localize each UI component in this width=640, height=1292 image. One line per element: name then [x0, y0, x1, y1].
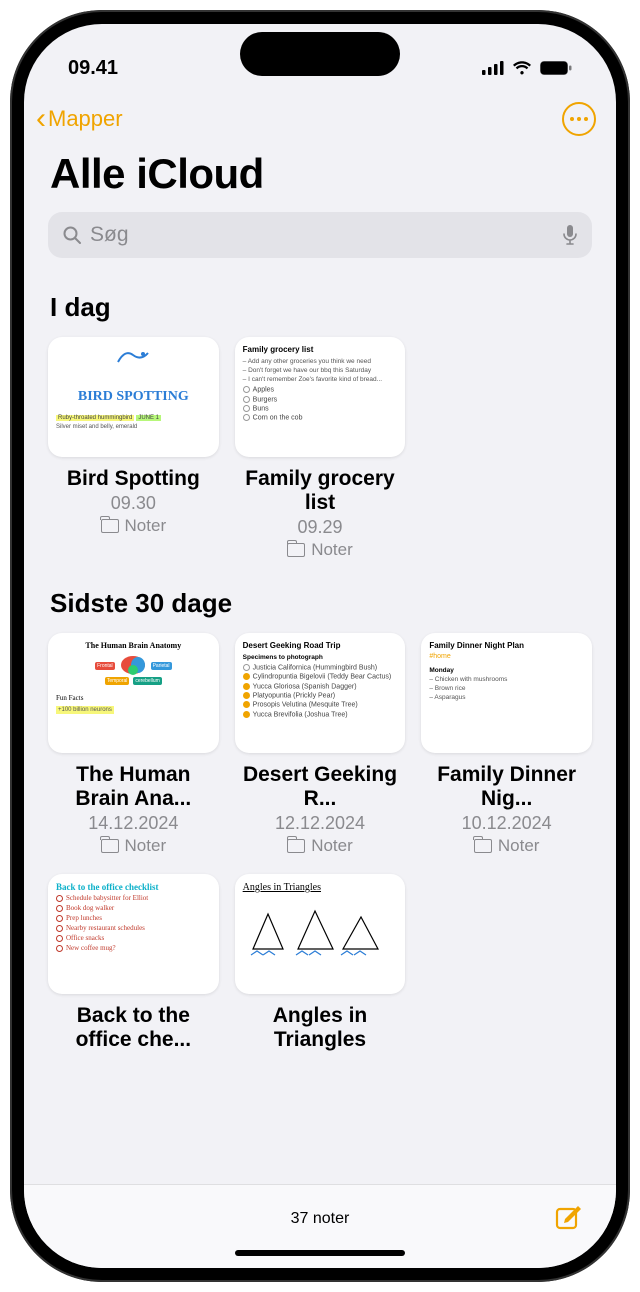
note-title: Family Dinner Nig... — [421, 763, 592, 811]
folder-icon — [287, 543, 305, 557]
notes-count: 37 noter — [291, 1210, 350, 1228]
note-time: 14.12.2024 — [48, 813, 219, 834]
nav-bar: ‹ Mapper — [24, 94, 616, 140]
note-folder: Noter — [48, 836, 219, 856]
folder-icon — [101, 519, 119, 533]
screen: 09.41 ‹ Mapper Alle iCloud — [24, 24, 616, 1268]
note-time: 09.29 — [235, 517, 406, 538]
note-title: Desert Geeking R... — [235, 763, 406, 811]
note-folder: Noter — [48, 516, 219, 536]
note-thumbnail: Desert Geeking Road Trip Specimens to ph… — [235, 633, 406, 753]
note-folder: Noter — [235, 540, 406, 560]
device-frame: 09.41 ‹ Mapper Alle iCloud — [10, 10, 630, 1282]
chevron-left-icon: ‹ — [36, 104, 46, 134]
compose-icon — [554, 1203, 584, 1233]
status-time: 09.41 — [68, 57, 118, 80]
microphone-icon[interactable] — [562, 224, 578, 246]
note-thumbnail: The Human Brain Anatomy Frontal Parietal… — [48, 633, 219, 753]
note-thumbnail: Back to the office checklist Schedule ba… — [48, 874, 219, 994]
note-card[interactable]: Family Dinner Night Plan #home Monday Ch… — [421, 633, 592, 856]
note-card[interactable]: BIRD SPOTTING Ruby-throated hummingbird … — [48, 337, 219, 560]
note-title: Angles in Triangles — [235, 1004, 406, 1052]
folder-icon — [474, 839, 492, 853]
search-icon — [62, 225, 82, 245]
dynamic-island — [240, 32, 400, 76]
back-label: Mapper — [48, 106, 123, 132]
note-title: The Human Brain Ana... — [48, 763, 219, 811]
section-header-recent: Sidste 30 dage — [50, 588, 592, 619]
note-time: 09.30 — [48, 493, 219, 514]
note-time: 12.12.2024 — [235, 813, 406, 834]
bottom-toolbar: 37 noter — [24, 1184, 616, 1268]
search-input[interactable] — [90, 223, 554, 247]
wifi-icon — [512, 61, 532, 75]
note-folder: Noter — [235, 836, 406, 856]
cellular-icon — [482, 61, 504, 75]
note-thumbnail: Family grocery list Add any other grocer… — [235, 337, 406, 457]
note-title: Family grocery list — [235, 467, 406, 515]
section-header-today: I dag — [50, 292, 592, 323]
note-card[interactable]: Angles in Triangles Angles in Triangles — [235, 874, 406, 1052]
search-wrap — [24, 212, 616, 264]
folder-icon — [287, 839, 305, 853]
folder-icon — [101, 839, 119, 853]
note-card[interactable]: The Human Brain Anatomy Frontal Parietal… — [48, 633, 219, 856]
note-card[interactable]: Desert Geeking Road Trip Specimens to ph… — [235, 633, 406, 856]
more-options-button[interactable] — [562, 102, 596, 136]
page-title: Alle iCloud — [24, 140, 616, 212]
note-card[interactable]: Back to the office checklist Schedule ba… — [48, 874, 219, 1052]
home-indicator[interactable] — [235, 1250, 405, 1256]
note-thumbnail: BIRD SPOTTING Ruby-throated hummingbird … — [48, 337, 219, 457]
search-field[interactable] — [48, 212, 592, 258]
compose-button[interactable] — [554, 1203, 584, 1238]
note-title: Bird Spotting — [48, 467, 219, 491]
note-card[interactable]: Family grocery list Add any other grocer… — [235, 337, 406, 560]
grid-recent: The Human Brain Anatomy Frontal Parietal… — [48, 633, 592, 1052]
status-indicators — [482, 61, 572, 75]
note-title: Back to the office che... — [48, 1004, 219, 1052]
note-thumbnail: Family Dinner Night Plan #home Monday Ch… — [421, 633, 592, 753]
back-button[interactable]: ‹ Mapper — [36, 104, 123, 134]
battery-icon — [540, 61, 572, 75]
grid-today: BIRD SPOTTING Ruby-throated hummingbird … — [48, 337, 592, 560]
note-thumbnail: Angles in Triangles — [235, 874, 406, 994]
note-folder: Noter — [421, 836, 592, 856]
notes-content: I dag BIRD SPOTTING Ruby-throated hummin… — [24, 264, 616, 1184]
note-time: 10.12.2024 — [421, 813, 592, 834]
